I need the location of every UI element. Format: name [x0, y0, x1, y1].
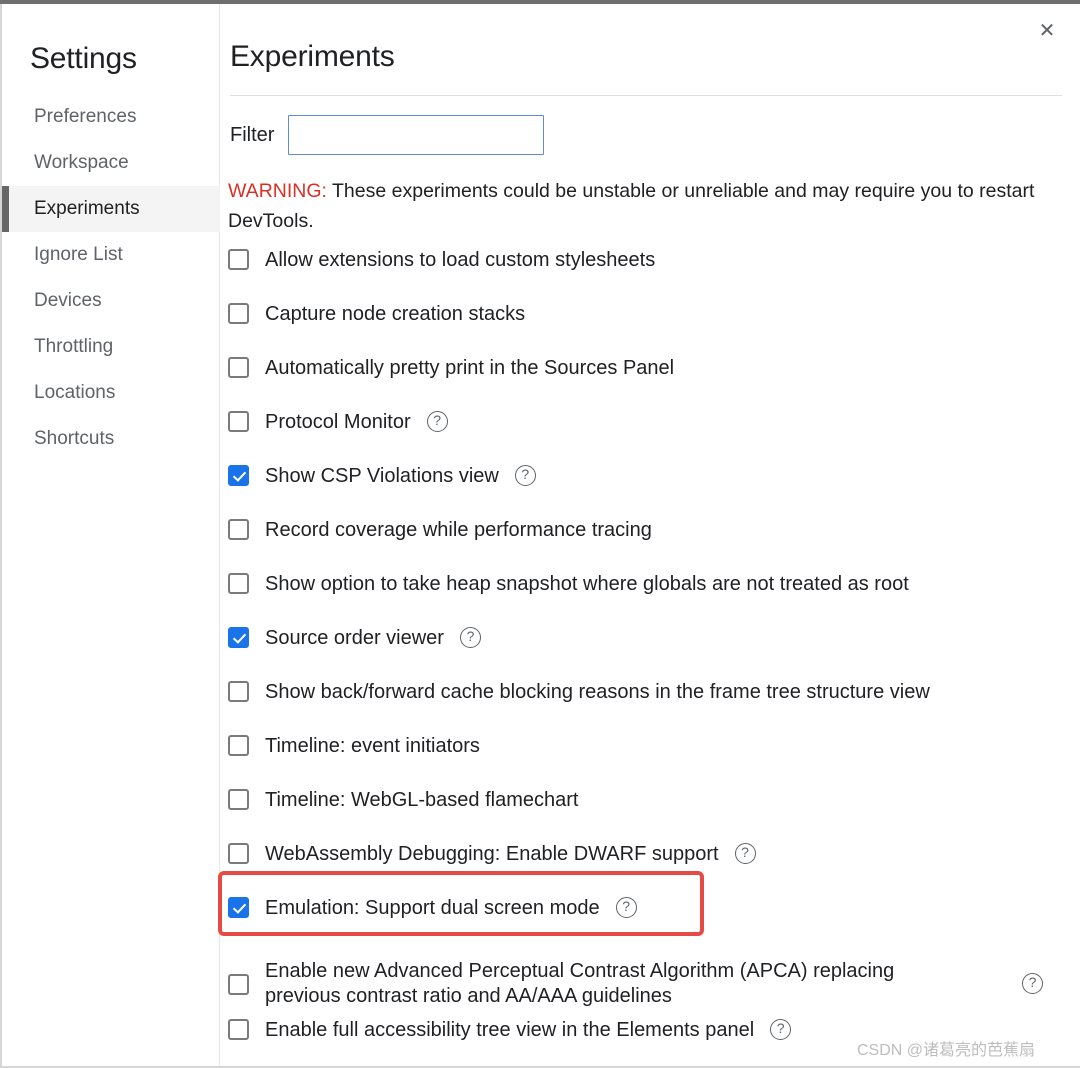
experiment-checkbox[interactable]	[228, 735, 249, 756]
sidebar-item-label: Devices	[34, 290, 102, 311]
experiment-label: WebAssembly Debugging: Enable DWARF supp…	[265, 843, 719, 865]
sidebar-item-ignore-list[interactable]: Ignore List	[2, 232, 220, 278]
experiment-label: Enable new Advanced Perceptual Contrast …	[265, 960, 895, 1007]
experiment-row[interactable]: Show option to take heap snapshot where …	[220, 572, 1080, 626]
experiment-label: Emulation: Support dual screen mode	[265, 897, 600, 919]
page-title: Experiments	[230, 40, 395, 73]
sidebar-nav-list: Preferences Workspace Experiments Ignore Li…	[2, 94, 220, 462]
watermark: CSDN @诸葛亮的芭蕉扇	[857, 1042, 1036, 1059]
sidebar-item-label: Locations	[34, 382, 116, 403]
experiment-checkbox[interactable]	[228, 843, 249, 864]
filter-label: Filter	[230, 123, 275, 146]
experiment-row[interactable]: Emulation: Support dual screen mode?	[220, 896, 1080, 950]
warning-text: WARNING: These experiments could be unst…	[228, 176, 1040, 236]
experiment-row[interactable]: Show back/forward cache blocking reasons…	[220, 680, 1080, 734]
experiment-row[interactable]: Protocol Monitor?	[220, 410, 1080, 464]
experiments-panel: Experiments Filter WARNING: These experi…	[220, 4, 1080, 1066]
experiment-checkbox[interactable]	[228, 357, 249, 378]
experiment-label: Allow extensions to load custom styleshe…	[265, 249, 656, 271]
experiment-label: Source order viewer	[265, 627, 444, 649]
experiment-row[interactable]: Timeline: WebGL-based flamechart	[220, 788, 1080, 842]
experiment-checkbox[interactable]	[228, 627, 249, 648]
experiment-row[interactable]: Show CSP Violations view?	[220, 464, 1080, 518]
experiment-row[interactable]: Enable new Advanced Perceptual Contrast …	[220, 950, 1080, 1018]
experiment-checkbox[interactable]	[228, 411, 249, 432]
experiment-label: Enable full accessibility tree view in t…	[265, 1019, 755, 1041]
experiment-label: Automatically pretty print in the Source…	[265, 357, 675, 379]
experiment-row[interactable]: Automatically pretty print in the Source…	[220, 356, 1080, 410]
experiment-label: Capture node creation stacks	[265, 303, 526, 325]
experiment-checkbox[interactable]	[228, 1019, 249, 1040]
experiment-checkbox[interactable]	[228, 465, 249, 486]
experiment-row[interactable]: Allow extensions to load custom styleshe…	[220, 248, 1080, 302]
experiment-checkbox[interactable]	[228, 573, 249, 594]
help-icon[interactable]: ?	[514, 465, 536, 486]
experiments-list: Allow extensions to load custom styleshe…	[220, 248, 1080, 1068]
experiment-label: Timeline: event initiators	[265, 735, 480, 757]
help-icon[interactable]: ?	[615, 897, 637, 918]
sidebar-item-shortcuts[interactable]: Shortcuts	[2, 416, 220, 462]
help-icon[interactable]: ?	[734, 843, 756, 864]
experiment-label: Show option to take heap snapshot where …	[265, 573, 909, 595]
title-divider	[230, 95, 1062, 96]
sidebar-item-throttling[interactable]: Throttling	[2, 324, 220, 370]
experiment-label: Show back/forward cache blocking reasons…	[265, 681, 930, 703]
settings-dialog: ✕ Settings Preferences Workspace Experimen…	[0, 0, 1080, 1068]
sidebar-item-label: Shortcuts	[34, 428, 115, 449]
warning-body: These experiments could be unstable or u…	[228, 180, 1035, 232]
experiment-row[interactable]: Timeline: event initiators	[220, 734, 1080, 788]
sidebar-item-locations[interactable]: Locations	[2, 370, 220, 416]
filter-input[interactable]	[288, 115, 545, 155]
experiment-label: Record coverage while performance tracin…	[265, 519, 652, 541]
filter-row: Filter	[230, 115, 545, 155]
experiment-row[interactable]: Capture node creation stacks	[220, 302, 1080, 356]
sidebar-item-label: Ignore List	[34, 244, 123, 265]
experiment-label: Timeline: WebGL-based flamechart	[265, 789, 579, 811]
warning-label: WARNING:	[228, 180, 327, 202]
experiment-label: Show CSP Violations view	[265, 465, 499, 487]
help-icon[interactable]: ?	[459, 627, 481, 648]
sidebar-item-label: Experiments	[34, 198, 140, 219]
experiment-checkbox[interactable]	[228, 897, 249, 918]
help-icon[interactable]: ?	[1022, 973, 1043, 994]
sidebar-item-preferences[interactable]: Preferences	[2, 94, 220, 140]
help-icon[interactable]: ?	[770, 1019, 792, 1040]
sidebar-item-workspace[interactable]: Workspace	[2, 140, 220, 186]
sidebar-item-label: Throttling	[34, 336, 114, 357]
experiment-checkbox[interactable]	[228, 519, 249, 540]
experiment-row[interactable]: Record coverage while performance tracin…	[220, 518, 1080, 572]
help-icon[interactable]: ?	[426, 411, 448, 432]
experiment-label: Protocol Monitor	[265, 411, 411, 433]
sidebar-item-experiments[interactable]: Experiments	[2, 186, 220, 232]
settings-title: Settings	[30, 42, 137, 75]
sidebar-item-label: Workspace	[34, 152, 129, 173]
sidebar-item-devices[interactable]: Devices	[2, 278, 220, 324]
settings-sidebar: Settings Preferences Workspace Experiments…	[2, 4, 220, 1066]
experiment-row[interactable]: Source order viewer?	[220, 626, 1080, 680]
experiment-checkbox[interactable]	[228, 974, 249, 995]
experiment-checkbox[interactable]	[228, 681, 249, 702]
sidebar-item-label: Preferences	[34, 106, 137, 127]
experiment-checkbox[interactable]	[228, 249, 249, 270]
experiment-checkbox[interactable]	[228, 789, 249, 810]
experiment-row[interactable]: WebAssembly Debugging: Enable DWARF supp…	[220, 842, 1080, 896]
experiment-checkbox[interactable]	[228, 303, 249, 324]
